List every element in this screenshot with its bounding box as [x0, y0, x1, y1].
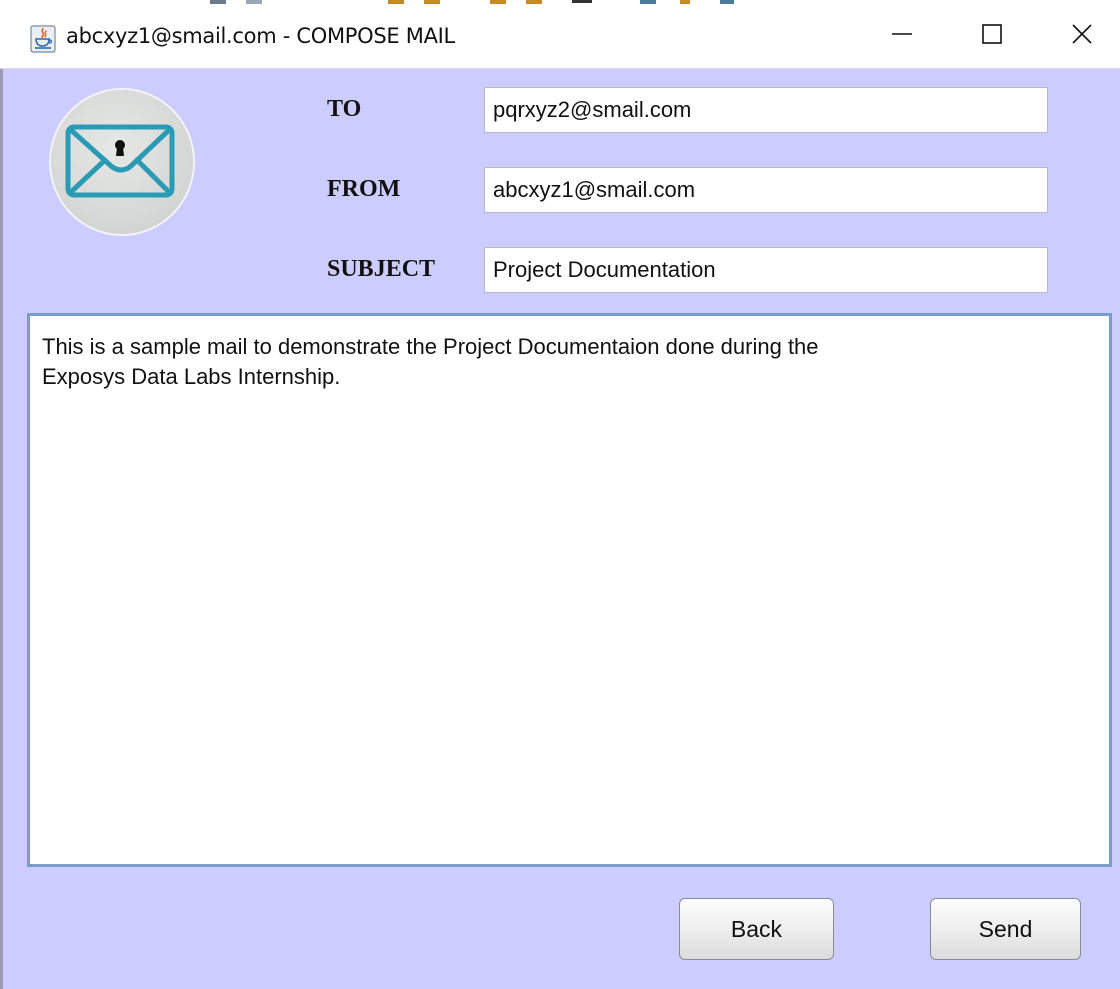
maximize-icon: [982, 24, 1002, 44]
minimize-button[interactable]: [856, 0, 948, 68]
send-button[interactable]: Send: [930, 898, 1081, 960]
mail-logo: [51, 90, 193, 234]
maximize-button[interactable]: [946, 0, 1038, 68]
from-field[interactable]: [484, 167, 1048, 213]
window-left-edge: [0, 69, 3, 989]
to-field[interactable]: [484, 87, 1048, 133]
window-title: abcxyz1@smail.com - COMPOSE MAIL: [66, 24, 455, 48]
title-bar: abcxyz1@smail.com - COMPOSE MAIL: [0, 0, 1120, 69]
minimize-icon: [892, 33, 912, 35]
from-label: FROM: [327, 176, 401, 202]
subject-field[interactable]: [484, 247, 1048, 293]
java-icon: [30, 25, 56, 53]
compose-mail-window: abcxyz1@smail.com - COMPOSE MAIL TO FROM…: [0, 0, 1120, 989]
close-button[interactable]: [1036, 0, 1120, 68]
message-body[interactable]: This is a sample mail to demonstrate the…: [27, 313, 1112, 867]
back-button[interactable]: Back: [679, 898, 834, 960]
close-icon: [1072, 24, 1092, 44]
subject-label: SUBJECT: [327, 256, 436, 282]
to-label: TO: [327, 96, 362, 122]
locked-envelope-icon: [65, 124, 175, 198]
taskbar-strip-decoration: [210, 0, 734, 4]
